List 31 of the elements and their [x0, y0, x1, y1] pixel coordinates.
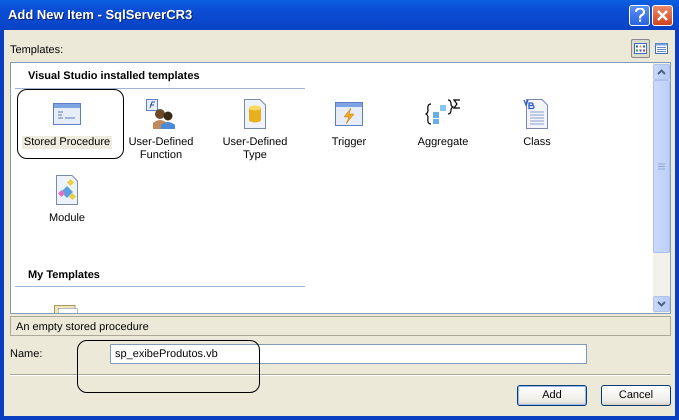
grid-view-icon — [634, 43, 647, 54]
templates-label: Templates: — [10, 42, 64, 58]
template-item[interactable]: Class — [490, 94, 584, 164]
template-item[interactable]: User-Defined Function — [114, 94, 208, 164]
help-icon — [634, 8, 644, 22]
close-icon — [657, 10, 668, 20]
add-button[interactable]: Add — [517, 385, 587, 406]
chevron-up-icon — [657, 69, 666, 75]
template-item[interactable]: Aggregate — [396, 94, 490, 164]
view-toggle-button[interactable] — [631, 39, 650, 58]
scroll-up-button[interactable] — [653, 64, 670, 80]
scrollbar[interactable] — [653, 63, 670, 313]
cancel-button[interactable]: Cancel — [601, 385, 671, 406]
template-item[interactable]: Trigger — [302, 94, 396, 164]
grip-icon — [658, 163, 665, 170]
chevron-down-icon — [657, 301, 666, 307]
name-field[interactable]: sp_exibeProdutos.vb — [110, 344, 587, 364]
template-item[interactable]: Module — [20, 170, 114, 240]
template-item[interactable]: User-Defined Type — [208, 94, 302, 164]
template-item[interactable]: Stored Procedure — [20, 94, 114, 164]
section-heading: My Templates — [15, 264, 305, 287]
list-view-icon — [655, 43, 668, 54]
scroll-down-button[interactable] — [653, 296, 670, 312]
help-button[interactable] — [629, 4, 650, 26]
people-icon — [145, 98, 177, 130]
scroll-thumb[interactable] — [653, 80, 670, 253]
description-bar: An empty stored procedure — [10, 316, 671, 336]
section-heading: Visual Studio installed templates — [15, 66, 305, 88]
name-label: Name: — [10, 346, 44, 362]
close-button[interactable] — [652, 4, 673, 26]
window-title: Add New Item - SqlServerCR3 — [8, 6, 194, 24]
